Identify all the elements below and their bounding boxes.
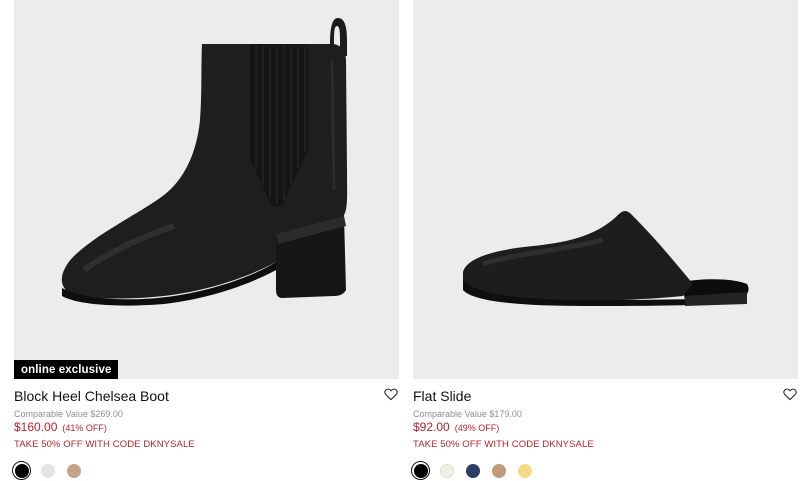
sale-price: $92.00: [413, 420, 450, 434]
product-image[interactable]: online exclusive: [14, 0, 399, 379]
color-swatch[interactable]: [489, 461, 508, 480]
online-exclusive-badge: online exclusive: [14, 360, 119, 379]
swatch-dot: [439, 463, 454, 478]
discount-percent: (41% OFF): [62, 423, 107, 433]
comparable-value: Comparable Value $269.00: [14, 409, 123, 419]
flat-slide-image: [463, 211, 749, 306]
color-swatch[interactable]: [437, 461, 456, 480]
color-swatch[interactable]: [12, 461, 31, 480]
product-title[interactable]: Flat Slide: [413, 388, 798, 404]
swatch-dot: [66, 463, 81, 478]
sale-price: $160.00: [14, 420, 58, 434]
heart-outline-icon[interactable]: [782, 386, 798, 402]
swatch-dot: [40, 463, 55, 478]
color-swatch[interactable]: [64, 461, 83, 480]
swatch-dot: [465, 463, 480, 478]
comparable-value: Comparable Value $179.00: [413, 409, 522, 419]
swatch-dot: [517, 463, 532, 478]
color-swatches: [12, 461, 399, 480]
product-card[interactable]: Flat Slide Comparable Value $179.00 $92.…: [411, 0, 798, 480]
product-image[interactable]: [413, 0, 798, 379]
promo-code-text: TAKE 50% OFF WITH CODE DKNYSALE: [413, 439, 594, 450]
color-swatch[interactable]: [463, 461, 482, 480]
color-swatch[interactable]: [38, 461, 57, 480]
product-card[interactable]: online exclusive Block Heel Chelsea Boot…: [12, 0, 399, 480]
product-title[interactable]: Block Heel Chelsea Boot: [14, 388, 399, 404]
discount-percent: (49% OFF): [454, 423, 500, 433]
swatch-dot: [491, 463, 506, 478]
color-swatches: [411, 461, 798, 480]
swatch-dot: [413, 463, 428, 478]
promo-code-text: TAKE 50% OFF WITH CODE DKNYSALE: [14, 439, 195, 450]
color-swatch[interactable]: [411, 461, 430, 480]
chelsea-boot-image: [61, 18, 348, 306]
heart-outline-icon[interactable]: [383, 386, 399, 402]
swatch-dot: [14, 463, 29, 478]
color-swatch[interactable]: [515, 461, 534, 480]
